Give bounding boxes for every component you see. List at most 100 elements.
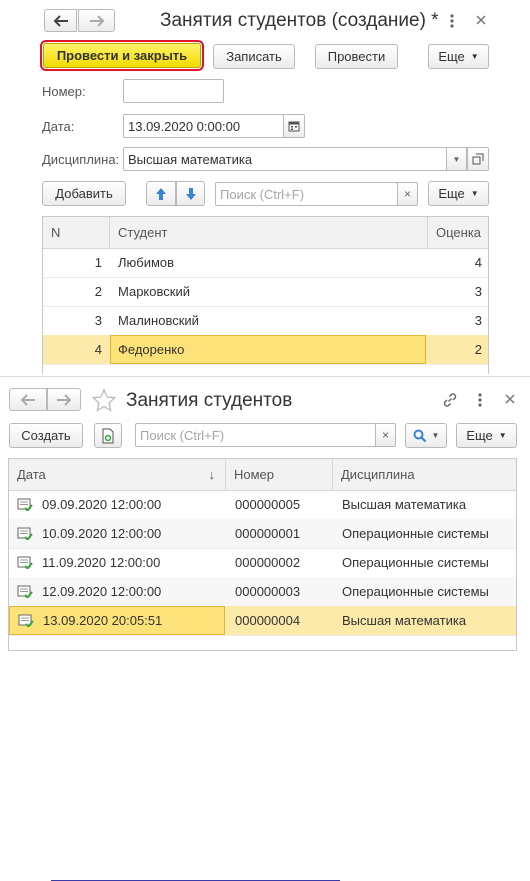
table-more-label: Еще <box>438 186 465 201</box>
form-title: Занятия студентов (создание) * <box>160 10 439 31</box>
arrow-right-icon <box>57 393 72 406</box>
document-discipline: Операционные системы <box>342 526 489 541</box>
student-name: Малиновский <box>118 313 199 328</box>
document-date: 13.09.2020 20:05:51 <box>43 613 163 628</box>
documents-table: Дата ↓ Номер Дисциплина 09.09.2020 12:00… <box>8 458 517 651</box>
sort-down-icon: ↓ <box>208 467 216 482</box>
open-discipline-icon[interactable] <box>467 147 489 171</box>
document-discipline: Операционные системы <box>342 555 489 570</box>
arrow-left-icon <box>53 14 68 27</box>
list-more-label: Еще <box>466 428 493 443</box>
clear-search-icon[interactable]: × <box>397 182 418 206</box>
create-button[interactable]: Создать <box>9 423 83 448</box>
column-date-header[interactable]: Дата ↓ <box>9 459 226 490</box>
arrow-down-icon <box>185 187 196 200</box>
grade: 3 <box>474 284 482 299</box>
list-more-button[interactable]: Еще ▼ <box>456 423 517 448</box>
search-icon <box>413 429 426 442</box>
column-grade-header[interactable]: Оценка <box>428 217 488 248</box>
posted-document-icon <box>17 490 37 519</box>
calendar-icon[interactable] <box>283 114 305 138</box>
list-more-actions-icon[interactable] <box>475 391 485 409</box>
row-number: 3 <box>94 313 102 328</box>
student-name[interactable]: Федоренко <box>110 335 426 364</box>
documents-table-header: Дата ↓ Номер Дисциплина <box>9 459 516 491</box>
forward-button[interactable] <box>78 9 115 32</box>
table-row[interactable]: 10.09.2020 12:00:00 000000001 Операционн… <box>9 519 516 549</box>
arrow-left-icon <box>20 393 35 406</box>
chevron-down-icon: ▼ <box>431 431 440 440</box>
post-button[interactable]: Провести <box>315 44 398 69</box>
student-name: Любимов <box>118 255 175 270</box>
posted-document-icon <box>17 548 37 577</box>
document-date: 10.09.2020 12:00:00 <box>42 526 162 541</box>
selected-date-cell[interactable]: 13.09.2020 20:05:51 <box>9 606 225 635</box>
list-search-placeholder: Поиск (Ctrl+F) <box>140 427 225 443</box>
copy-document-button[interactable] <box>94 423 122 448</box>
discipline-dropdown-icon[interactable]: ▼ <box>446 147 467 171</box>
column-n-header[interactable]: N <box>43 217 110 248</box>
arrow-up-icon <box>156 187 166 200</box>
table-row[interactable]: 3 Малиновский 3 <box>43 306 488 336</box>
back-button[interactable] <box>44 9 77 32</box>
table-row[interactable]: 2 Марковский 3 <box>43 277 488 307</box>
date-field[interactable]: 13.09.2020 0:00:00 <box>123 114 284 138</box>
document-number: 000000003 <box>235 584 301 599</box>
student-name: Марковский <box>118 284 190 299</box>
table-row-selected[interactable]: 4 Федоренко 2 <box>43 335 488 365</box>
document-date: 09.09.2020 12:00:00 <box>42 497 162 512</box>
discipline-field[interactable]: Высшая математика <box>123 147 447 171</box>
move-down-button[interactable] <box>176 181 205 206</box>
chevron-down-icon: ▼ <box>470 189 479 198</box>
list-forward-button[interactable] <box>47 388 81 411</box>
table-row[interactable]: 1 Любимов 4 <box>43 248 488 278</box>
more-actions-icon[interactable] <box>447 12 457 30</box>
table-more-button[interactable]: Еще ▼ <box>428 181 489 206</box>
arrow-right-icon <box>89 14 104 27</box>
window-divider <box>0 376 530 377</box>
move-up-button[interactable] <box>146 181 176 206</box>
list-back-button[interactable] <box>9 388 47 411</box>
number-field[interactable] <box>123 79 224 103</box>
document-date: 12.09.2020 12:00:00 <box>42 584 162 599</box>
chevron-down-icon: ▼ <box>470 52 479 61</box>
chevron-down-icon: ▼ <box>498 431 507 440</box>
document-number: 000000001 <box>235 526 301 541</box>
document-discipline: Высшая математика <box>342 497 467 512</box>
copy-document-icon <box>102 428 114 443</box>
grade: 4 <box>474 255 482 270</box>
search-options-button[interactable]: ▼ <box>405 423 447 448</box>
table-row-selected[interactable]: 13.09.2020 20:05:51 000000004 Высшая мат… <box>9 606 516 636</box>
save-button[interactable]: Записать <box>213 44 295 69</box>
more-button[interactable]: Еще ▼ <box>428 44 489 69</box>
posted-document-icon <box>18 614 34 627</box>
column-student-header[interactable]: Студент <box>110 217 428 248</box>
document-date: 11.09.2020 12:00:00 <box>42 555 161 570</box>
list-clear-search-icon[interactable]: × <box>375 423 396 447</box>
posted-document-icon <box>17 577 37 606</box>
grade: 3 <box>474 313 482 328</box>
more-button-label: Еще <box>438 49 465 64</box>
add-button[interactable]: Добавить <box>42 181 126 206</box>
list-close-icon[interactable] <box>503 392 517 406</box>
table-row[interactable]: 11.09.2020 12:00:00 000000002 Операционн… <box>9 548 516 578</box>
close-icon[interactable] <box>474 13 488 27</box>
students-table: N Студент Оценка 1 Любимов 4 2 Марковски… <box>42 216 489 374</box>
date-label: Дата: <box>42 119 75 134</box>
favorite-star-icon[interactable] <box>91 388 117 414</box>
row-number: 2 <box>94 284 102 299</box>
column-discipline-header[interactable]: Дисциплина <box>333 459 516 490</box>
table-search-input[interactable]: Поиск (Ctrl+F) <box>215 182 398 206</box>
link-icon[interactable] <box>441 391 459 409</box>
table-row[interactable]: 09.09.2020 12:00:00 000000005 Высшая мат… <box>9 490 516 520</box>
column-number-header[interactable]: Номер <box>226 459 333 490</box>
table-row[interactable]: 12.09.2020 12:00:00 000000003 Операционн… <box>9 577 516 607</box>
document-number: 000000002 <box>235 555 301 570</box>
document-number: 000000005 <box>235 497 301 512</box>
students-table-header: N Студент Оценка <box>43 217 488 249</box>
post-and-close-button[interactable]: Провести и закрыть <box>40 40 204 71</box>
list-search-input[interactable]: Поиск (Ctrl+F) <box>135 423 376 447</box>
document-number: 000000004 <box>235 613 301 628</box>
document-discipline: Операционные системы <box>342 584 489 599</box>
grade: 2 <box>474 342 482 357</box>
